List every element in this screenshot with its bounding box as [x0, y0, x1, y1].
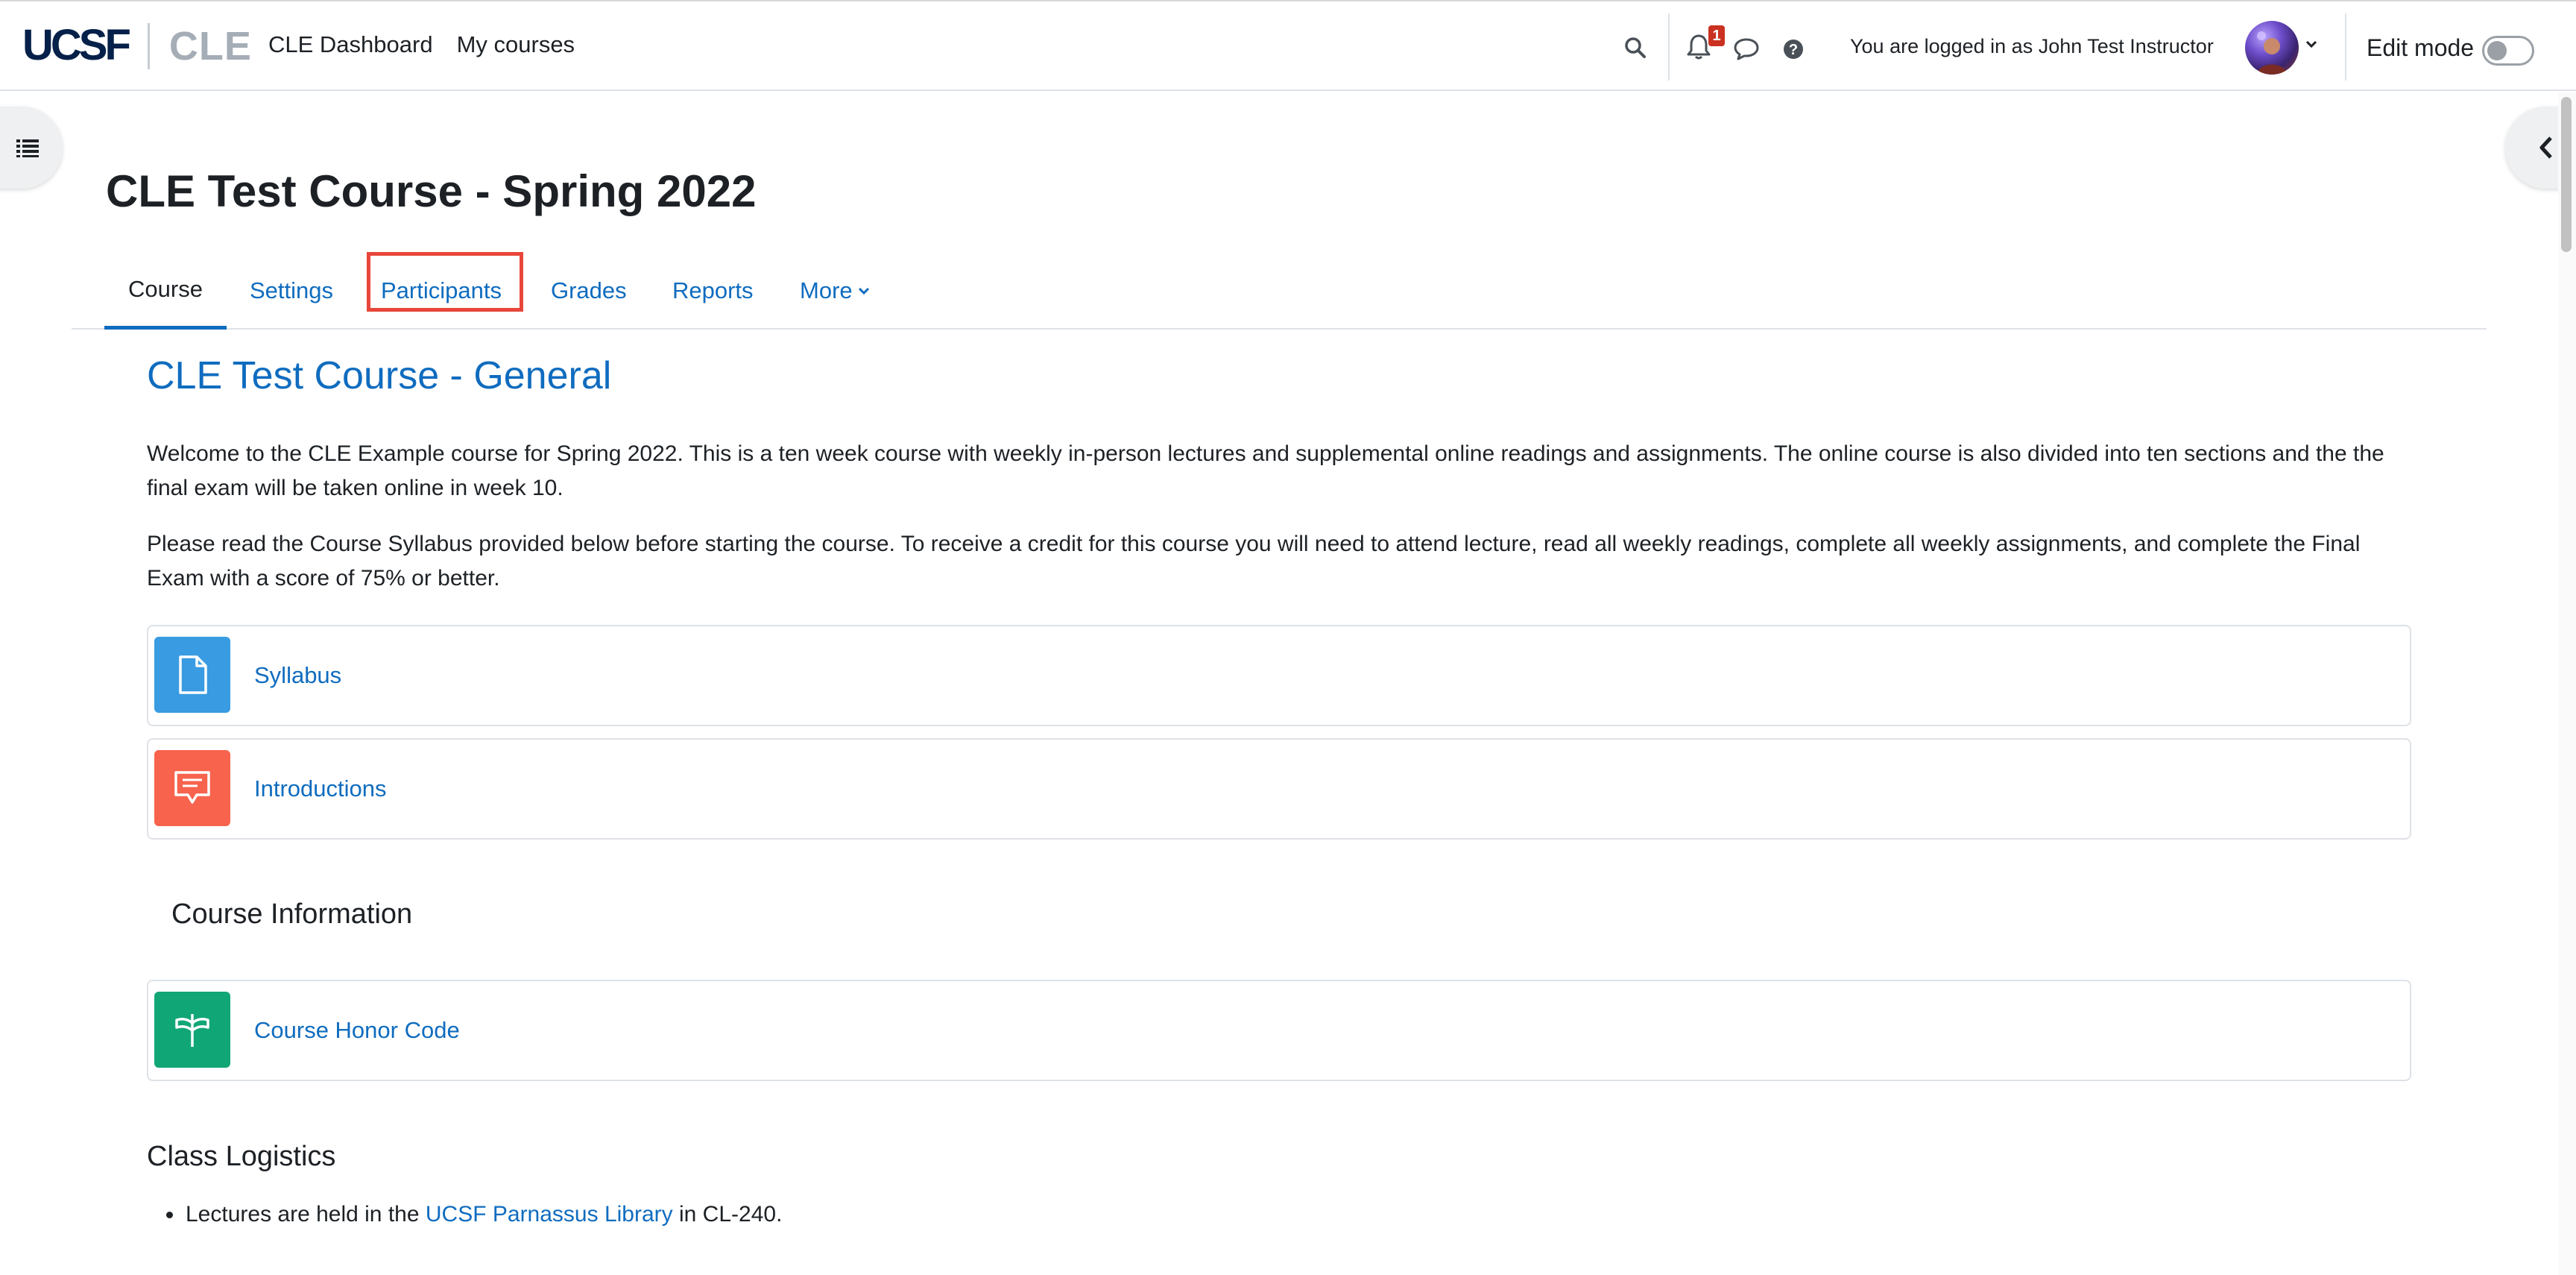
scrollbar-track[interactable] [2558, 92, 2576, 1275]
nav-divider [1668, 13, 1670, 81]
activity-link-syllabus[interactable]: Syllabus [254, 662, 341, 689]
logged-in-user-text: You are logged in as John Test Instructo… [1850, 35, 2214, 57]
list-item: Lectures are held in the UCSF Parnassus … [147, 1197, 782, 1232]
page-title: CLE Test Course - Spring 2022 [106, 166, 757, 216]
tab-more[interactable]: More [800, 252, 871, 330]
list-icon [16, 139, 39, 157]
activity-course-honor-code[interactable]: Course Honor Code [147, 980, 2411, 1081]
book-signpost-icon [154, 992, 230, 1068]
scrollbar-thumb[interactable] [2561, 97, 2572, 252]
logo-ucsf: UCSF [22, 20, 131, 69]
class-logistics-heading: Class Logistics [147, 1141, 336, 1172]
edit-mode-label: Edit mode [2367, 34, 2475, 61]
activity-introductions[interactable]: Introductions [147, 738, 2411, 840]
user-menu-chevron-down-icon[interactable] [2305, 39, 2318, 53]
edit-mode-toggle[interactable] [2482, 36, 2534, 66]
tab-grades[interactable]: Grades [551, 252, 627, 330]
tab-more-label: More [800, 277, 853, 303]
nav-my-courses[interactable]: My courses [457, 31, 575, 58]
activity-syllabus[interactable]: Syllabus [147, 625, 2411, 726]
logo-divider [147, 23, 150, 69]
tab-reports[interactable]: Reports [672, 252, 754, 330]
site-logo[interactable]: UCSF CLE [22, 20, 252, 70]
messages-chat-icon[interactable] [1729, 31, 1764, 66]
course-secondary-navigation: Course Settings Participants Grades Repo… [72, 252, 2487, 330]
chevron-down-icon [858, 287, 869, 295]
search-icon[interactable] [1619, 31, 1652, 64]
tab-settings[interactable]: Settings [250, 252, 333, 330]
user-avatar[interactable] [2245, 21, 2299, 75]
primary-navigation: CLE Dashboard My courses [268, 31, 575, 58]
top-navbar: UCSF CLE CLE Dashboard My courses 1 ? Yo… [0, 0, 2576, 91]
help-question-icon[interactable]: ? [1777, 33, 1810, 66]
logistics-list: Lectures are held in the UCSF Parnassus … [147, 1197, 782, 1232]
activity-link-course-honor-code[interactable]: Course Honor Code [254, 1017, 460, 1044]
section-summary-paragraph: Please read the Course Syllabus provided… [147, 532, 2361, 591]
chevron-left-icon [2539, 136, 2552, 159]
tab-course[interactable]: Course [104, 252, 227, 330]
tab-participants[interactable]: Participants [381, 252, 502, 330]
logo-cle: CLE [168, 24, 252, 69]
ucsf-parnassus-library-link[interactable]: UCSF Parnassus Library [426, 1202, 673, 1227]
svg-text:?: ? [1789, 42, 1798, 58]
file-icon [154, 637, 230, 713]
list-item-prefix: Lectures are held in the [186, 1202, 426, 1227]
forum-icon [154, 750, 230, 826]
course-information-heading: Course Information [171, 898, 413, 930]
nav-divider [2345, 13, 2346, 81]
section-summary-paragraph: Welcome to the CLE Example course for Sp… [147, 441, 2384, 500]
open-course-index-button[interactable] [0, 107, 63, 189]
list-item-suffix: in CL-240. [672, 1202, 783, 1227]
nav-cle-dashboard[interactable]: CLE Dashboard [268, 31, 433, 58]
section-title-general[interactable]: CLE Test Course - General [147, 353, 611, 398]
notification-count-badge: 1 [1708, 25, 1725, 46]
activity-link-introductions[interactable]: Introductions [254, 775, 387, 802]
